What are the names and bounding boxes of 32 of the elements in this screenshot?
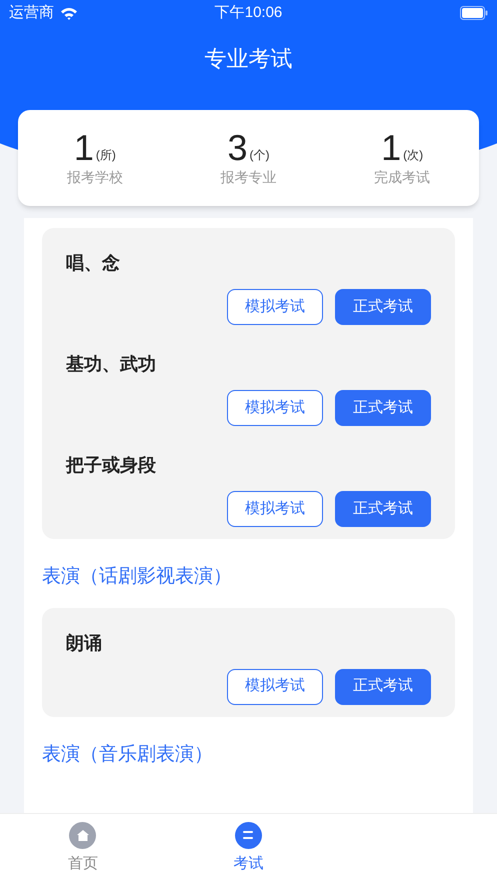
carrier-label: 运营商	[9, 2, 54, 23]
mock-exam-button[interactable]: 模拟考试	[227, 491, 323, 527]
mock-exam-button[interactable]: 模拟考试	[227, 390, 323, 426]
stat-value: 1	[381, 128, 402, 166]
section-heading: 表演（音乐剧表演）	[42, 742, 214, 766]
formal-exam-button[interactable]: 正式考试	[335, 668, 431, 704]
stat-label: 完成考试	[374, 168, 430, 186]
formal-exam-button[interactable]: 正式考试	[335, 289, 431, 325]
stat-unit: (次)	[403, 146, 424, 164]
status-time: 下午10:06	[214, 2, 282, 23]
stat-unit: (个)	[250, 146, 270, 164]
battery-icon	[460, 6, 488, 20]
home-icon	[69, 822, 96, 849]
stat-unit: (所)	[96, 146, 116, 164]
tab-item[interactable]: 考试	[166, 814, 332, 883]
page-title: 专业考试	[204, 44, 292, 72]
tab-item[interactable]: 首页	[0, 814, 166, 883]
formal-exam-button[interactable]: 正式考试	[335, 390, 431, 426]
formal-exam-button[interactable]: 正式考试	[335, 491, 431, 527]
list-icon	[234, 822, 262, 849]
mock-exam-button[interactable]: 模拟考试	[227, 668, 323, 704]
stat-value: 1	[74, 128, 94, 166]
subject-name: 把子或身段	[66, 454, 157, 477]
mock-exam-button[interactable]: 模拟考试	[227, 289, 323, 325]
subject-name: 朗诵	[66, 632, 103, 654]
subject-name: 基功、武功	[66, 353, 157, 376]
wifi-icon	[60, 6, 78, 20]
section-heading: 表演（话剧影视表演）	[42, 565, 233, 589]
stat-label: 报考专业	[220, 168, 276, 186]
stat-label: 报考学校	[66, 168, 123, 186]
stat-value: 3	[227, 128, 248, 166]
subject-name: 唱、念	[66, 252, 121, 275]
